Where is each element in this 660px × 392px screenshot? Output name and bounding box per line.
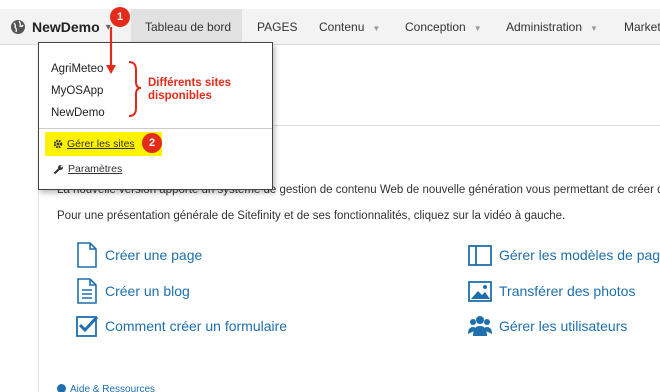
settings-label: Paramètres (68, 163, 123, 175)
manage-users-label: Gérer les utilisateurs (499, 318, 628, 334)
nav-tab-label: Administration (506, 20, 583, 34)
form-check-icon (76, 315, 99, 337)
annotation-note-line-2: disponibles (148, 90, 212, 102)
site-option-myosapp[interactable]: MyOSApp (51, 85, 103, 97)
menu-divider (39, 128, 272, 129)
annotation-badge-2: 2 (142, 133, 162, 153)
users-icon (468, 316, 492, 336)
upload-photos-label: Transférer des photos (499, 283, 636, 299)
create-page-label: Créer une page (105, 247, 203, 263)
help-resources-label: Aide & Ressources (70, 384, 156, 392)
create-page-link[interactable]: Créer une page (75, 242, 202, 268)
top-navigation-bar: NewDemo ▾ Tableau de bord PAGES Contenu ▼… (0, 9, 660, 45)
manage-sites-link[interactable]: Gérer les sites (53, 138, 135, 150)
create-blog-label: Créer un blog (105, 283, 190, 299)
chevron-down-icon: ▼ (473, 24, 482, 33)
help-resources-link[interactable]: Aide & Ressources (57, 384, 155, 392)
settings-link[interactable]: Paramètres (53, 163, 122, 175)
wrench-icon (53, 164, 63, 174)
nav-tab-pages[interactable]: PAGES (257, 9, 297, 45)
upload-photos-link[interactable]: Transférer des photos (467, 279, 635, 303)
nav-tab-administration[interactable]: Administration ▼ (506, 9, 598, 45)
nav-tab-label: Tableau de bord (145, 20, 232, 34)
annotation-note-line-1: Différents sites (148, 77, 232, 89)
create-blog-link[interactable]: Créer un blog (75, 278, 190, 304)
manage-sites-label: Gérer les sites (67, 138, 135, 150)
blog-icon (77, 278, 97, 304)
nav-tab-label: Contenu (319, 20, 365, 34)
manage-templates-link[interactable]: Gérer les modèles de pag (467, 243, 660, 267)
current-site-name: NewDemo (32, 19, 100, 35)
help-icon (57, 384, 66, 392)
annotation-sites-note: Différents sites disponibles (148, 77, 231, 103)
nav-tab-dashboard[interactable]: Tableau de bord (131, 9, 242, 45)
gear-icon (53, 139, 63, 149)
site-dropdown-menu: AgriMeteo MyOSApp NewDemo Gérer les site… (38, 42, 273, 190)
site-option-newdemo[interactable]: NewDemo (51, 107, 105, 119)
page-icon (77, 242, 97, 268)
nav-tab-label: Conception (405, 20, 466, 34)
template-icon (468, 245, 492, 266)
nav-tab-content[interactable]: Contenu ▼ (319, 9, 380, 45)
site-option-agrimeteo[interactable]: AgriMeteo (51, 63, 103, 75)
chevron-down-icon: ▾ (105, 21, 111, 33)
globe-icon (11, 20, 25, 34)
intro-text-line-2: Pour une présentation générale de Sitefi… (57, 210, 566, 222)
annotation-badge-1: 1 (110, 7, 130, 27)
create-form-label: Comment créer un formulaire (105, 318, 288, 334)
nav-tab-design[interactable]: Conception ▼ (405, 9, 482, 45)
site-selector[interactable]: NewDemo ▾ (10, 9, 111, 45)
nav-tab-label: Market (624, 20, 660, 34)
chevron-down-icon: ▼ (590, 24, 598, 33)
create-form-link[interactable]: Comment créer un formulaire (75, 314, 287, 338)
chevron-down-icon: ▼ (372, 24, 381, 33)
nav-tab-label: PAGES (257, 20, 298, 34)
nav-tab-market[interactable]: Market (624, 9, 660, 45)
manage-users-link[interactable]: Gérer les utilisateurs (467, 314, 627, 338)
photo-icon (468, 281, 492, 302)
manage-templates-label: Gérer les modèles de pag (499, 247, 660, 263)
